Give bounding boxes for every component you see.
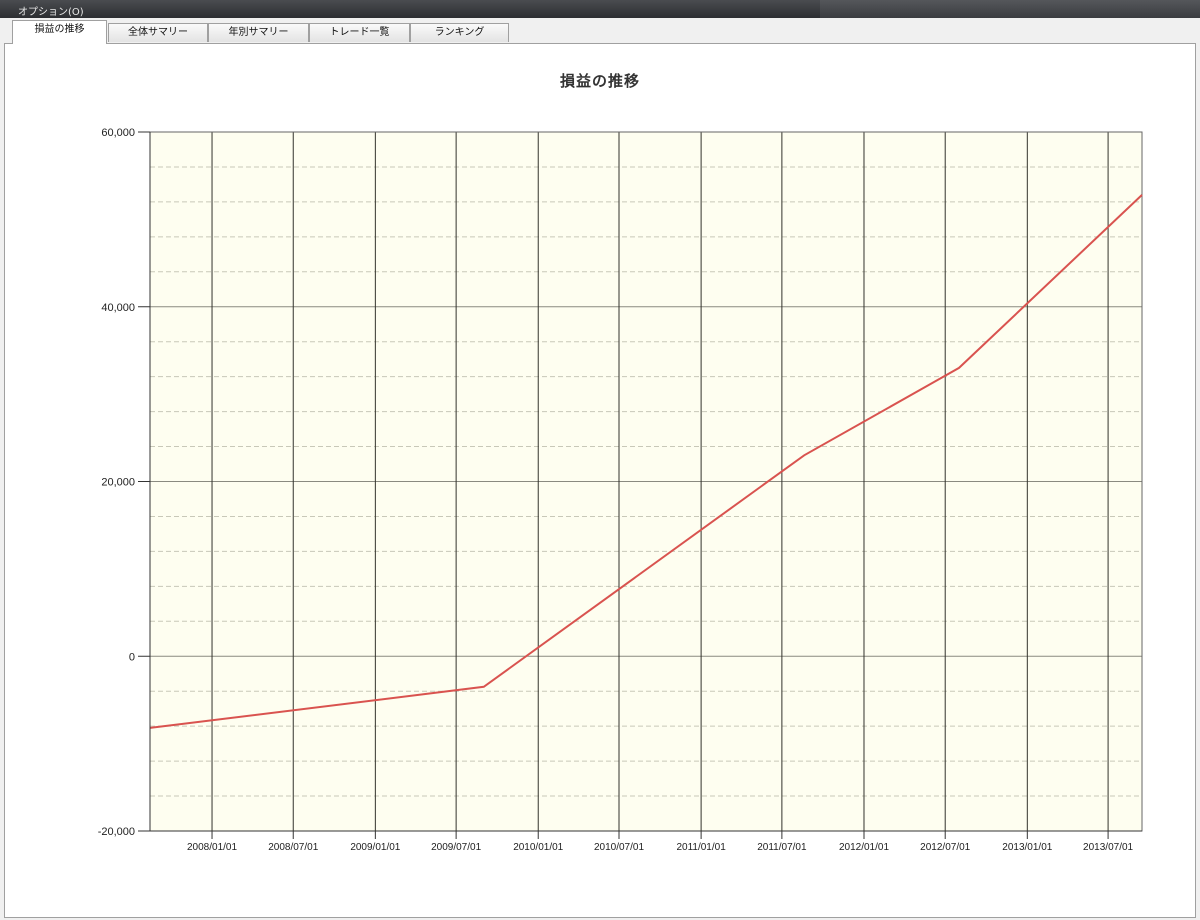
x-tick-label: 2011/07/01 <box>757 842 807 853</box>
x-axis: 2008/01/01 2008/07/01 2009/01/01 2009/07/01… <box>150 830 1142 853</box>
y-tick-label: 60,000 <box>101 127 135 139</box>
x-tick-label: 2013/01/01 <box>1002 842 1052 853</box>
x-tick-label: 2009/01/01 <box>350 842 400 853</box>
profit-line-chart: -20,000020,00040,00060,000 2008/01/01 200… <box>98 127 1143 853</box>
y-tick-label: 20,000 <box>101 477 135 489</box>
x-tick-label: 2010/07/01 <box>594 842 644 853</box>
y-tick-label: -20,000 <box>98 826 135 838</box>
x-tick-label: 2013/07/01 <box>1083 842 1133 853</box>
y-tick-label: 0 <box>129 651 135 663</box>
x-tick-label: 2010/01/01 <box>513 842 563 853</box>
y-axis: -20,000 0 20,000 40,000 60,000 <box>98 127 151 838</box>
x-tick-label: 2011/01/01 <box>676 842 726 853</box>
x-tick-label: 2012/01/01 <box>839 842 889 853</box>
x-tick-label: 2009/07/01 <box>431 842 481 853</box>
x-tick-label: 2008/01/01 <box>187 842 237 853</box>
tab-profit-transition[interactable]: 損益の推移 <box>12 20 107 44</box>
y-tick-label: 40,000 <box>101 302 135 314</box>
x-tick-label: 2012/07/01 <box>920 842 970 853</box>
x-tick-label: 2008/07/01 <box>268 842 318 853</box>
